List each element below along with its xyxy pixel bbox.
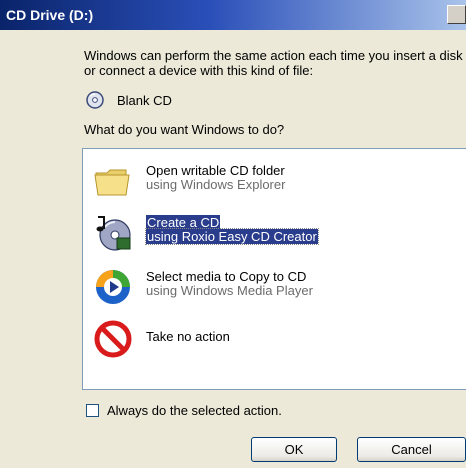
action-subtitle: using Windows Explorer bbox=[146, 177, 286, 192]
action-subtitle: using Windows Media Player bbox=[146, 283, 313, 298]
action-title: Create a CD bbox=[146, 215, 221, 230]
intro-text: Windows can perform the same action each… bbox=[84, 48, 463, 78]
folder-icon bbox=[94, 169, 130, 196]
close-button[interactable] bbox=[447, 5, 466, 24]
media-player-icon bbox=[96, 270, 130, 304]
cancel-button[interactable]: Cancel bbox=[357, 437, 466, 462]
no-action-icon bbox=[94, 320, 132, 358]
always-do-label[interactable]: Always do the selected action. bbox=[107, 403, 282, 418]
window-title: CD Drive (D:) bbox=[6, 7, 94, 23]
blank-cd-icon bbox=[86, 91, 104, 109]
action-title: Select media to Copy to CD bbox=[146, 269, 307, 284]
action-title: Take no action bbox=[146, 329, 230, 344]
autoplay-dialog: CD Drive (D:) Windows can perform the sa… bbox=[0, 0, 466, 468]
action-subtitle: using Roxio Easy CD Creator bbox=[145, 228, 319, 245]
question-label: What do you want Windows to do? bbox=[84, 122, 285, 137]
cd-creator-icon bbox=[96, 216, 131, 251]
always-do-checkbox[interactable] bbox=[86, 404, 99, 417]
content-type-label: Blank CD bbox=[117, 93, 172, 108]
title-bar[interactable]: CD Drive (D:) bbox=[0, 0, 466, 30]
action-title: Open writable CD folder bbox=[146, 163, 285, 178]
action-list[interactable]: Open writable CD folder using Windows Ex… bbox=[82, 148, 466, 390]
ok-button[interactable]: OK bbox=[251, 437, 337, 462]
